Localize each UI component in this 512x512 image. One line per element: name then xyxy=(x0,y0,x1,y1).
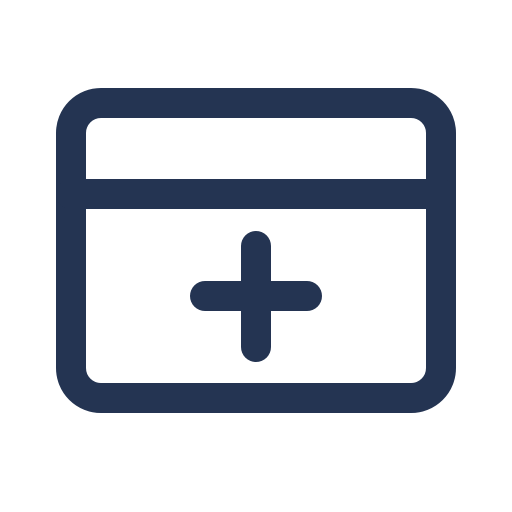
icon-canvas xyxy=(0,0,512,512)
window-add-icon xyxy=(56,88,456,413)
